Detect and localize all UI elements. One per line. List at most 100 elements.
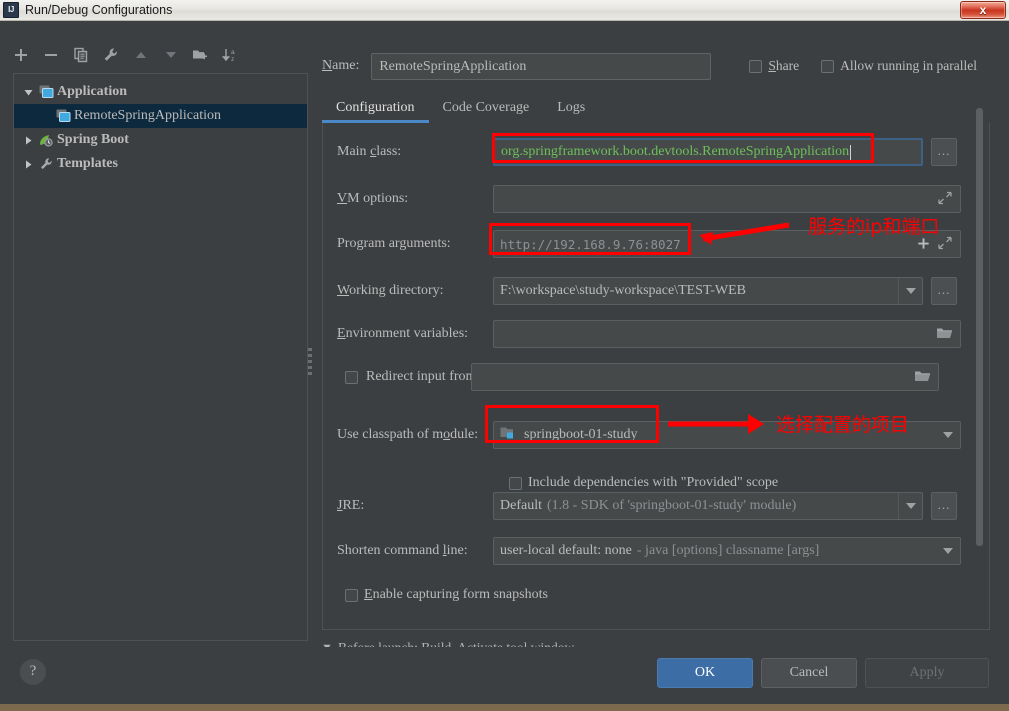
vm-options-input[interactable] bbox=[493, 185, 961, 213]
screen: IJ Run/Debug Configurations x a z Applic… bbox=[0, 0, 1009, 711]
classpath-module-value: springboot-01-study bbox=[524, 427, 638, 442]
text-caret bbox=[850, 144, 852, 160]
working-directory-input[interactable]: F:\workspace\study-workspace\TEST-WEB bbox=[493, 277, 923, 305]
name-label: Name: bbox=[322, 58, 360, 73]
application-icon bbox=[54, 109, 72, 123]
apply-button[interactable]: Apply bbox=[865, 658, 989, 688]
chevron-down-icon bbox=[905, 503, 916, 509]
run-debug-configurations-dialog: a z Application RemoteSpringApplication … bbox=[0, 21, 1009, 704]
jre-dropdown[interactable] bbox=[898, 493, 922, 519]
include-provided-checkbox[interactable] bbox=[509, 476, 522, 490]
tab-logs[interactable]: Logs bbox=[543, 94, 599, 123]
configuration-right-panel: Name: RemoteSpringApplication Share Allo… bbox=[314, 21, 1009, 655]
name-row: Name: RemoteSpringApplication Share Allo… bbox=[322, 52, 1002, 80]
chevron-down-icon bbox=[943, 432, 953, 438]
classpath-module-dropdown[interactable] bbox=[936, 422, 960, 448]
jre-label: JRE: bbox=[337, 498, 365, 513]
main-class-label: Main class: bbox=[337, 144, 402, 159]
form-snapshots-checkbox[interactable] bbox=[345, 588, 358, 602]
cancel-button[interactable]: Cancel bbox=[761, 658, 857, 688]
chevron-right-icon[interactable] bbox=[20, 135, 37, 146]
environment-variables-row: Environment variables: bbox=[323, 319, 989, 349]
folder-icon[interactable] bbox=[936, 326, 954, 342]
environment-variables-input[interactable] bbox=[493, 320, 961, 348]
environment-variables-label: Environment variables: bbox=[337, 326, 469, 341]
jre-row: JRE: Default (1.8 - SDK of 'springboot-0… bbox=[323, 491, 989, 521]
dialog-footer: ? OK Cancel Apply bbox=[0, 647, 1009, 704]
tree-item-label: Templates bbox=[57, 156, 118, 171]
program-arguments-value: http://192.168.9.76:8027 bbox=[500, 236, 681, 252]
help-button[interactable]: ? bbox=[20, 659, 46, 685]
jre-combo[interactable]: Default (1.8 - SDK of 'springboot-01-stu… bbox=[493, 492, 923, 520]
redirect-input-row: Redirect input from: bbox=[323, 362, 989, 392]
vm-options-label: VM options: bbox=[337, 191, 409, 206]
jre-browse-button[interactable]: ... bbox=[931, 492, 957, 520]
copy-icon[interactable] bbox=[68, 42, 94, 68]
classpath-module-annotation-text: 选择配置的项目 bbox=[776, 414, 910, 436]
configuration-tabs: Configuration Code Coverage Logs bbox=[322, 93, 990, 123]
share-checkbox[interactable] bbox=[749, 59, 763, 73]
allow-parallel-label: Allow running in parallel bbox=[840, 58, 977, 73]
redirect-input-label: Redirect input from: bbox=[366, 369, 481, 384]
working-directory-dropdown[interactable] bbox=[898, 278, 922, 304]
panel-splitter[interactable] bbox=[306, 73, 314, 641]
allow-parallel-checkbox[interactable] bbox=[821, 59, 835, 73]
working-directory-browse-button[interactable]: ... bbox=[931, 277, 957, 305]
parallel-checkbox-row[interactable]: Allow running in parallel bbox=[821, 58, 977, 74]
form-scrollbar[interactable] bbox=[974, 108, 985, 632]
shorten-command-line-combo[interactable]: user-local default: none - java [options… bbox=[493, 537, 961, 565]
close-window-button[interactable]: x bbox=[960, 1, 1006, 19]
redirect-input-field[interactable] bbox=[471, 363, 939, 391]
svg-text:a: a bbox=[231, 49, 235, 56]
chevron-right-icon[interactable] bbox=[20, 159, 37, 170]
form-snapshots-label: Enable capturing form snapshots bbox=[364, 587, 548, 602]
share-label: Share bbox=[768, 58, 800, 73]
expand-icon[interactable] bbox=[938, 236, 954, 252]
wrench-icon[interactable] bbox=[98, 42, 124, 68]
window-title: Run/Debug Configurations bbox=[25, 3, 173, 17]
remove-icon[interactable] bbox=[38, 42, 64, 68]
tab-configuration[interactable]: Configuration bbox=[322, 94, 429, 123]
shorten-command-line-dropdown[interactable] bbox=[936, 538, 960, 564]
form-snapshots-row[interactable]: Enable capturing form snapshots bbox=[323, 583, 989, 607]
new-folder-icon[interactable] bbox=[188, 42, 214, 68]
shorten-command-line-label: Shorten command line: bbox=[337, 543, 468, 558]
tree-item-application[interactable]: Application bbox=[14, 80, 307, 104]
tab-code-coverage[interactable]: Code Coverage bbox=[429, 94, 544, 123]
window-titlebar: IJ Run/Debug Configurations x bbox=[0, 0, 1009, 21]
add-icon[interactable] bbox=[8, 42, 34, 68]
tree-item-remotespringapplication[interactable]: RemoteSpringApplication bbox=[14, 104, 307, 128]
tree-item-label: RemoteSpringApplication bbox=[74, 108, 221, 123]
intellij-logo-icon: IJ bbox=[3, 2, 19, 18]
configurations-toolbar: a z bbox=[8, 40, 298, 70]
spring-boot-icon bbox=[37, 133, 55, 147]
configurations-tree[interactable]: Application RemoteSpringApplication Spri… bbox=[13, 73, 308, 641]
sort-alphabetically-icon[interactable]: a z bbox=[218, 42, 244, 68]
ok-button[interactable]: OK bbox=[657, 658, 753, 688]
share-checkbox-row[interactable]: Share bbox=[749, 58, 799, 74]
classpath-module-label: Use classpath of module: bbox=[337, 427, 479, 442]
name-input[interactable]: RemoteSpringApplication bbox=[371, 52, 712, 80]
module-icon bbox=[500, 426, 516, 445]
expand-icon[interactable] bbox=[938, 191, 954, 207]
application-icon bbox=[37, 85, 55, 99]
chevron-down-icon bbox=[905, 288, 916, 294]
tree-item-spring-boot[interactable]: Spring Boot bbox=[14, 128, 307, 152]
form-scrollbar-thumb[interactable] bbox=[976, 108, 983, 546]
main-class-input[interactable]: org.springframework.boot.devtools.Remote… bbox=[493, 138, 923, 166]
program-arguments-annotation-text: 服务的ip和端口 bbox=[808, 216, 940, 238]
splitter-handle[interactable] bbox=[308, 348, 312, 375]
main-class-browse-button[interactable]: ... bbox=[931, 138, 957, 166]
redirect-input-checkbox[interactable] bbox=[345, 370, 358, 384]
folder-icon[interactable] bbox=[914, 369, 932, 385]
configuration-form: Main class: org.springframework.boot.dev… bbox=[322, 123, 990, 630]
tree-item-templates[interactable]: Templates bbox=[14, 152, 307, 176]
program-arguments-label: Program arguments: bbox=[337, 236, 451, 251]
redirect-input-label-wrap: Redirect input from: bbox=[323, 369, 493, 385]
move-down-icon[interactable] bbox=[158, 42, 184, 68]
working-directory-value: F:\workspace\study-workspace\TEST-WEB bbox=[500, 283, 746, 298]
chevron-down-icon[interactable] bbox=[20, 87, 37, 98]
tree-item-label: Application bbox=[57, 84, 128, 99]
chevron-down-icon bbox=[943, 548, 953, 554]
move-up-icon[interactable] bbox=[128, 42, 154, 68]
